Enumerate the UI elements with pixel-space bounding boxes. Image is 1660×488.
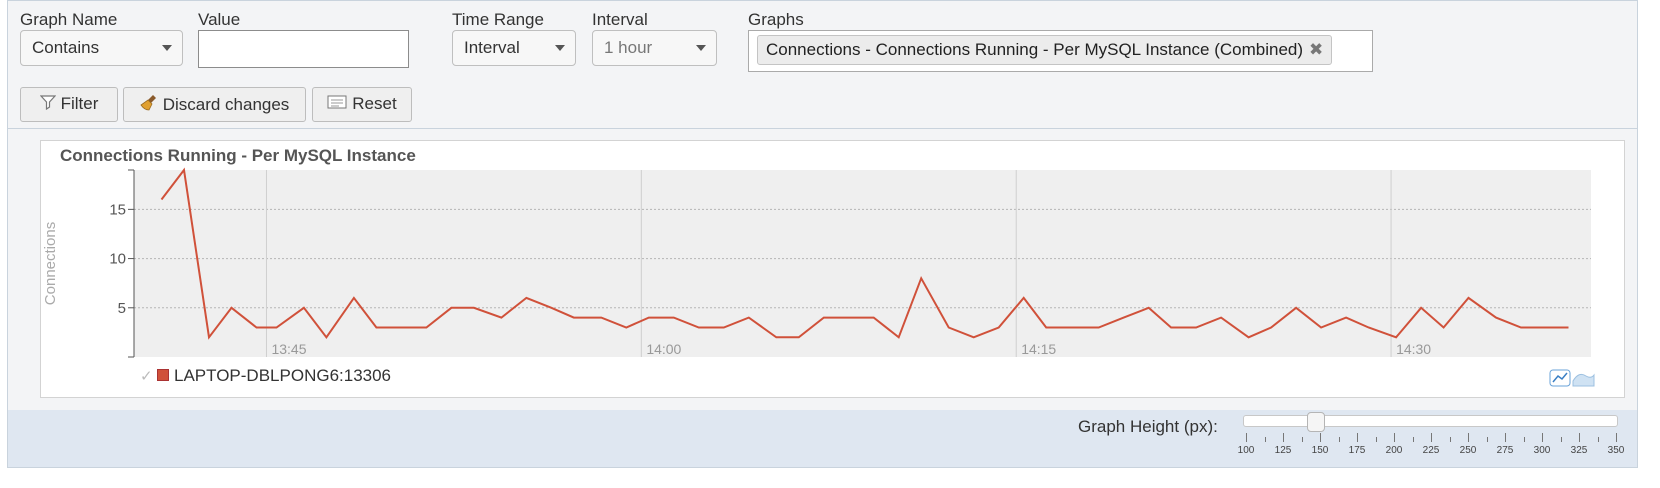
- legend-swatch: [157, 369, 169, 381]
- reset-button-label: Reset: [352, 94, 397, 113]
- chart-type-toggle[interactable]: [1549, 367, 1595, 394]
- time-range-select-value: Interval: [464, 38, 520, 57]
- legend-series-label[interactable]: LAPTOP-DBLPONG6:13306: [174, 366, 391, 386]
- slider-tick-label: 225: [1422, 445, 1440, 456]
- discard-button-label: Discard changes: [162, 94, 290, 114]
- slider-tick-label: 125: [1274, 445, 1292, 456]
- slider-tick: [1542, 433, 1543, 442]
- graph-name-label: Graph Name: [20, 10, 118, 29]
- slider-minor-tick: [1375, 437, 1377, 442]
- slider-minor-tick: [1486, 437, 1488, 442]
- slider-minor-tick: [1412, 437, 1414, 442]
- remove-tag-icon[interactable]: ✖: [1309, 40, 1323, 59]
- slider-minor-tick: [1338, 437, 1340, 442]
- interval-select[interactable]: 1 hour: [592, 30, 717, 66]
- slider-tick: [1579, 433, 1580, 442]
- chevron-down-icon: [162, 45, 172, 51]
- graph-height-slider[interactable]: [1243, 415, 1618, 427]
- graph-name-select[interactable]: Contains: [20, 30, 183, 66]
- slider-minor-tick: [1597, 437, 1599, 442]
- slider-tick-label: 250: [1459, 445, 1477, 456]
- slider-tick: [1394, 433, 1395, 442]
- slider-tick-label: 350: [1607, 445, 1625, 456]
- interval-select-value: 1 hour: [604, 38, 653, 57]
- chevron-down-icon: [696, 45, 706, 51]
- slider-minor-tick: [1264, 437, 1266, 442]
- slider-minor-tick: [1301, 437, 1303, 442]
- slider-tick: [1283, 433, 1284, 442]
- slider-tick: [1431, 433, 1432, 442]
- slider-tick: [1357, 433, 1358, 442]
- slider-tick: [1246, 433, 1247, 442]
- filter-button-label: Filter: [60, 94, 99, 113]
- slider-tick: [1468, 433, 1469, 442]
- graph-height-label: Graph Height (px):: [1078, 417, 1218, 436]
- slider-minor-tick: [1523, 437, 1525, 442]
- selected-graph-tag: Connections - Connections Running - Per …: [757, 35, 1333, 65]
- graph-height-slider-handle[interactable]: [1307, 412, 1325, 432]
- funnel-icon: [39, 94, 56, 115]
- reset-button[interactable]: Reset: [312, 87, 412, 122]
- time-range-label: Time Range: [452, 10, 544, 29]
- graph-name-select-value: Contains: [32, 38, 100, 57]
- value-input[interactable]: [198, 30, 409, 68]
- graph-card: [40, 140, 1625, 398]
- slider-tick-label: 275: [1496, 445, 1514, 456]
- interval-label: Interval: [592, 10, 648, 29]
- broom-icon: [140, 94, 158, 117]
- reset-form-icon: [327, 94, 347, 115]
- selected-graph-label: Connections - Connections Running - Per …: [766, 40, 1304, 59]
- slider-tick-label: 150: [1311, 445, 1329, 456]
- graphs-label: Graphs: [748, 10, 804, 29]
- time-range-select[interactable]: Interval: [452, 30, 576, 66]
- slider-tick-label: 300: [1533, 445, 1551, 456]
- value-label: Value: [198, 10, 241, 29]
- slider-tick-label: 325: [1570, 445, 1588, 456]
- slider-tick-label: 200: [1385, 445, 1403, 456]
- graphs-multiselect[interactable]: Connections - Connections Running - Per …: [748, 30, 1373, 72]
- slider-tick: [1505, 433, 1506, 442]
- divider: [7, 128, 1638, 129]
- slider-tick-label: 175: [1348, 445, 1366, 456]
- chevron-down-icon: [555, 45, 565, 51]
- discard-changes-button[interactable]: Discard changes: [123, 87, 306, 122]
- slider-tick-label: 100: [1237, 445, 1255, 456]
- slider-minor-tick: [1560, 437, 1562, 442]
- filter-button[interactable]: Filter: [20, 87, 118, 122]
- slider-tick: [1320, 433, 1321, 442]
- slider-tick: [1616, 433, 1617, 442]
- graph-title: Connections Running - Per MySQL Instance: [60, 146, 416, 165]
- legend-check-icon[interactable]: ✓: [140, 367, 153, 385]
- slider-minor-tick: [1449, 437, 1451, 442]
